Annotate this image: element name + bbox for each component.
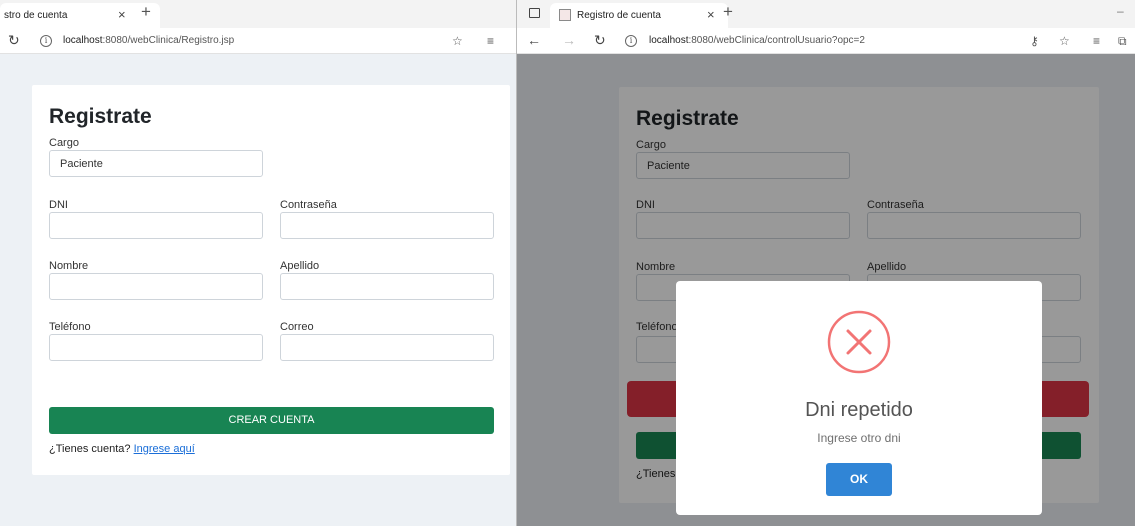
error-dialog: Dni repetido Ingrese otro dni OK [676,281,1042,515]
correo-label: Correo [280,321,314,333]
dialog-text: Ingrese otro dni [817,431,901,445]
left-url-path: :8080/webClinica/Registro.jsp [102,35,235,46]
login-prompt: ¿Tienes cuenta? Ingrese aquí [49,443,195,455]
telefono-input[interactable] [49,334,263,361]
nombre-label: Nombre [49,260,89,272]
password-input[interactable] [280,212,494,239]
error-x-icon [827,310,891,374]
left-browser-window: stro de cuenta × + ↻ i localhost:8080/we… [0,0,516,526]
right-reload-icon[interactable]: ↻ [594,32,606,49]
left-new-tab-icon[interactable]: + [141,2,151,22]
right-url-path: :8080/webClinica/controlUsuario?opc=2 [688,35,865,46]
back-icon[interactable]: ← [527,32,541,48]
left-active-tab[interactable]: stro de cuenta × [0,3,160,28]
collections-icon[interactable]: ⧉ [1118,34,1127,49]
left-favorites-list-icon[interactable]: ≡ [487,34,494,48]
password-label: Contraseña [280,199,337,211]
nombre-input[interactable] [49,273,263,300]
tab-actions-icon[interactable] [529,8,540,18]
right-new-tab-icon[interactable]: + [723,2,733,22]
register-title: Registrate [49,105,152,128]
right-address-bar: ← → ↻ i localhost:8080/webClinica/contro… [517,28,1135,54]
forward-icon[interactable]: → [562,32,576,48]
cargo-select[interactable]: Paciente [49,150,263,177]
left-address-bar: ↻ i localhost:8080/webClinica/Registro.j… [0,28,516,54]
left-tab-strip: stro de cuenta × + [0,0,516,28]
dialog-title: Dni repetido [805,399,913,421]
left-tab-close-icon[interactable]: × [118,7,126,22]
right-tab-strip: Registro de cuenta × + – [517,0,1135,28]
right-favorite-icon[interactable]: ☆ [1059,34,1070,48]
left-reload-icon[interactable]: ↻ [8,32,20,49]
right-favorites-list-icon[interactable]: ≡ [1093,34,1100,48]
right-tab-title: Registro de cuenta [577,10,661,21]
right-active-tab[interactable]: Registro de cuenta × [550,3,728,28]
right-site-info-icon[interactable]: i [625,35,637,47]
apellido-label: Apellido [280,260,320,272]
right-tab-close-icon[interactable]: × [707,7,715,22]
correo-input[interactable] [280,334,494,361]
left-site-info-icon[interactable]: i [40,35,52,47]
right-browser-window: Registro de cuenta × + – ← → ↻ i localho… [517,0,1135,526]
right-url-host: localhost [649,35,689,46]
dni-label: DNI [49,199,68,211]
apellido-input[interactable] [280,273,494,300]
profile-key-icon[interactable]: ⚷ [1030,34,1039,48]
dni-input[interactable] [49,212,263,239]
create-account-button[interactable]: CREAR CUENTA [49,407,494,434]
login-link[interactable]: Ingrese aquí [134,443,195,455]
left-url-host: localhost [63,35,103,46]
telefono-label: Teléfono [49,321,91,333]
dialog-ok-button[interactable]: OK [826,463,892,496]
right-url[interactable]: localhost:8080/webClinica/controlUsuario… [649,35,865,46]
left-page: Registrate Cargo Paciente DNI Contraseña… [0,54,516,526]
left-favorite-icon[interactable]: ☆ [452,34,463,48]
register-card: Registrate Cargo Paciente DNI Contraseña… [32,85,510,475]
cargo-label: Cargo [49,137,79,149]
have-account-text: ¿Tienes cuenta? [49,443,131,455]
left-url[interactable]: localhost:8080/webClinica/Registro.jsp [63,35,234,46]
site-favicon-icon [559,9,571,21]
minimize-icon[interactable]: – [1117,4,1124,18]
left-tab-title: stro de cuenta [4,10,68,21]
